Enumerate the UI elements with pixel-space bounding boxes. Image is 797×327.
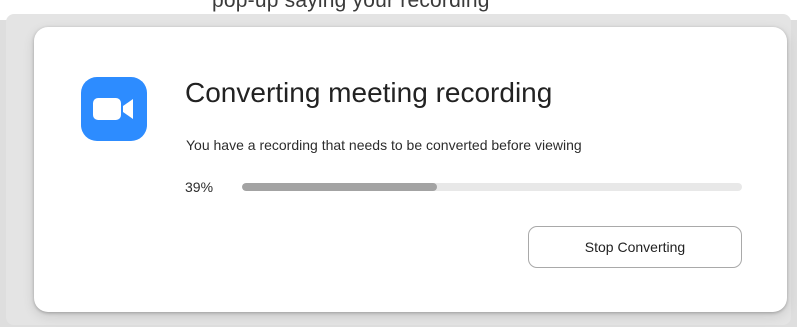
progress-bar-fill [242, 183, 437, 191]
dialog-message: You have a recording that needs to be co… [186, 137, 582, 153]
stop-converting-button[interactable]: Stop Converting [528, 226, 742, 268]
background-caption-text: pop-up saying your recording [212, 0, 490, 12]
converting-dialog: Converting meeting recording You have a … [34, 27, 787, 312]
progress-percent: 39% [185, 179, 214, 195]
progress-bar [242, 183, 742, 191]
zoom-video-camera-icon [81, 77, 147, 141]
dialog-title: Converting meeting recording [185, 77, 553, 108]
